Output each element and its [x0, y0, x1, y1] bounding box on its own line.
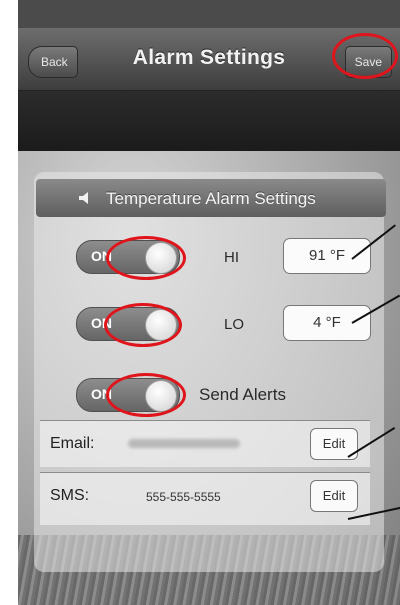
save-button[interactable]: Save	[344, 46, 392, 78]
phone-screen: Back Alarm Settings Save Temperature Ala…	[18, 0, 400, 605]
send-alerts-label: Send Alerts	[199, 385, 286, 404]
header-band	[18, 91, 400, 151]
toggle-knob	[145, 242, 177, 274]
sms-label: SMS:	[50, 487, 90, 504]
email-value-redacted	[128, 439, 240, 448]
lo-label: LO	[224, 316, 245, 333]
email-row: Email: Edit	[40, 420, 370, 467]
sms-edit-button[interactable]: Edit	[310, 480, 358, 512]
toggle-label: ON	[91, 386, 112, 402]
hi-label: HI	[224, 249, 239, 266]
sms-row: SMS: 555-555-5555 Edit	[40, 472, 370, 525]
toggle-label: ON	[91, 315, 112, 331]
sms-value: 555-555-5555	[146, 490, 221, 504]
hi-alarm-toggle[interactable]: ON	[76, 240, 180, 274]
speaker-icon	[78, 191, 94, 205]
lo-alarm-toggle[interactable]: ON	[76, 307, 180, 341]
toggle-label: ON	[91, 248, 112, 264]
navigation-bar: Back Alarm Settings Save	[18, 28, 400, 91]
section-header: Temperature Alarm Settings	[36, 179, 386, 217]
page-title: Alarm Settings	[132, 46, 286, 69]
email-label: Email:	[50, 435, 95, 452]
lo-temperature-field[interactable]: 4 °F	[283, 305, 371, 341]
status-strip	[18, 0, 400, 28]
toggle-knob	[145, 309, 177, 341]
section-title: Temperature Alarm Settings	[106, 189, 316, 208]
hi-temperature-field[interactable]: 91 °F	[283, 238, 371, 274]
send-alerts-toggle[interactable]: ON	[76, 378, 180, 412]
toggle-knob	[145, 380, 177, 412]
